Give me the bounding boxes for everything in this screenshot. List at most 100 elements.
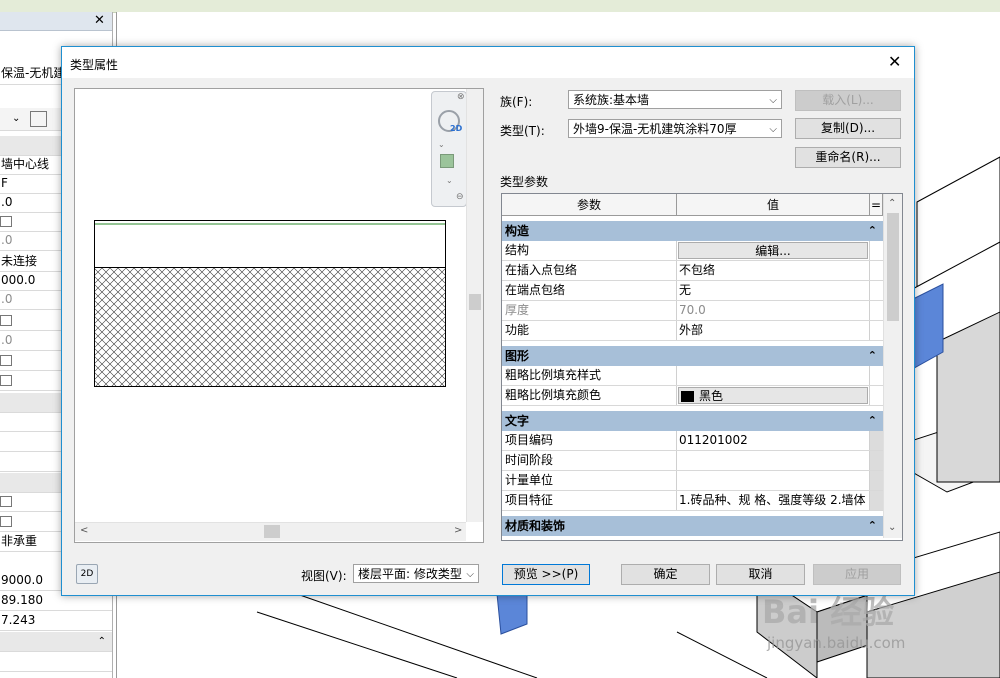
scroll-up-icon[interactable]: ⌃ bbox=[888, 198, 896, 209]
param-name: 项目编码 bbox=[502, 431, 677, 450]
wall-section-preview bbox=[94, 220, 446, 387]
formula-cell[interactable] bbox=[869, 386, 883, 405]
dialog-title: 类型属性 bbox=[70, 58, 119, 72]
vertical-scrollbar[interactable]: ⌃ ⌄ bbox=[883, 194, 902, 538]
table-row[interactable]: 结构 编辑... bbox=[502, 241, 883, 261]
scroll-right-icon[interactable]: > bbox=[454, 525, 462, 536]
table-row[interactable]: 时间阶段 bbox=[502, 451, 883, 471]
close-icon[interactable]: ⊗ bbox=[457, 92, 465, 102]
zoom-region-icon[interactable] bbox=[440, 154, 454, 168]
param-name: 项目特征 bbox=[502, 491, 677, 510]
checkbox[interactable] bbox=[0, 496, 12, 507]
formula-cell[interactable] bbox=[869, 431, 883, 450]
param-value[interactable]: 011201002 bbox=[677, 431, 869, 450]
formula-cell[interactable] bbox=[869, 471, 883, 490]
close-icon[interactable]: ✕ bbox=[888, 52, 901, 71]
properties-palette-header: ✕ bbox=[0, 12, 112, 31]
scroll-down-icon[interactable]: ⌄ bbox=[888, 522, 896, 533]
param-value[interactable]: 不包络 bbox=[677, 261, 869, 280]
chevron-down-icon[interactable]: ⌄ bbox=[438, 140, 445, 149]
close-icon[interactable]: ✕ bbox=[94, 13, 105, 28]
section-header[interactable]: 材质和装饰 ⌃ bbox=[502, 516, 883, 536]
formula-cell[interactable] bbox=[869, 281, 883, 300]
scrollbar-thumb[interactable] bbox=[264, 525, 280, 538]
table-row[interactable]: 项目编码 011201002 bbox=[502, 431, 883, 451]
collapse-icon[interactable]: ⌃ bbox=[868, 516, 877, 536]
preview-pane[interactable]: ⊗ 2D ⌄ ⌄ ⊖ < > bbox=[74, 88, 484, 543]
collapse-icon[interactable]: ⌃ bbox=[868, 221, 877, 241]
checkbox[interactable] bbox=[0, 315, 12, 326]
table-row[interactable]: 在端点包络 无 bbox=[502, 281, 883, 301]
checkbox[interactable] bbox=[0, 516, 12, 527]
apply-button[interactable]: 应用 bbox=[813, 564, 901, 585]
formula-cell[interactable] bbox=[869, 261, 883, 280]
type-dropdown[interactable]: 外墙9-保温-无机建筑涂料70厚 ⌵ bbox=[568, 119, 782, 138]
load-button[interactable]: 载入(L)... bbox=[795, 90, 901, 111]
preview-button[interactable]: 预览 >>(P) bbox=[502, 564, 590, 585]
formula-cell[interactable] bbox=[869, 366, 883, 385]
table-row[interactable]: 厚度 70.0 bbox=[502, 301, 883, 321]
chevron-down-icon[interactable]: ⌄ bbox=[446, 176, 453, 185]
formula-cell[interactable] bbox=[869, 451, 883, 470]
scroll-left-icon[interactable]: < bbox=[80, 525, 88, 536]
view-label: 视图(V): bbox=[301, 569, 347, 583]
section-header: ⌃ bbox=[0, 632, 112, 652]
param-value[interactable] bbox=[677, 366, 869, 385]
table-row[interactable]: 功能 外部 bbox=[502, 321, 883, 341]
param-value[interactable] bbox=[677, 451, 869, 470]
scrollbar-thumb[interactable] bbox=[469, 294, 481, 310]
type-parameters-table: 参数 值 = 构造 ⌃ 结构 编辑... 在插入点包络 不包络 在端点包络 无 厚… bbox=[501, 193, 903, 541]
vertical-scrollbar[interactable] bbox=[466, 89, 483, 522]
formula-cell[interactable] bbox=[869, 321, 883, 340]
collapse-icon[interactable]: ⌃ bbox=[868, 411, 877, 431]
selected-wall bbox=[496, 593, 528, 635]
param-name: 在端点包络 bbox=[502, 281, 677, 300]
column-header-parameter[interactable]: 参数 bbox=[502, 194, 677, 216]
table-row[interactable]: 项目特征 1.砖品种、规 格、强度等级 2.墙体 bbox=[502, 491, 883, 511]
family-dropdown[interactable]: 系统族:基本墙 ⌵ bbox=[568, 90, 782, 109]
scrollbar-thumb[interactable] bbox=[887, 213, 899, 321]
rename-button[interactable]: 重命名(R)... bbox=[795, 147, 901, 168]
horizontal-scrollbar[interactable]: < > bbox=[75, 522, 466, 541]
navigation-bar[interactable]: ⊗ 2D ⌄ ⌄ ⊖ bbox=[431, 91, 467, 207]
column-header-value[interactable]: 值 bbox=[677, 194, 870, 216]
chevron-down-icon: ⌵ bbox=[769, 95, 777, 106]
dialog-titlebar[interactable]: 类型属性 ✕ bbox=[62, 47, 914, 78]
edit-type-icon[interactable] bbox=[30, 111, 47, 127]
param-value[interactable]: 无 bbox=[677, 281, 869, 300]
prop-row[interactable]: 7.243 bbox=[0, 611, 112, 631]
prop-row[interactable] bbox=[0, 652, 112, 672]
view-dropdown[interactable]: 楼层平面: 修改类型 ⌵ bbox=[353, 564, 479, 583]
param-name: 时间阶段 bbox=[502, 451, 677, 470]
ok-button[interactable]: 确定 bbox=[621, 564, 710, 585]
section-header[interactable]: 图形 ⌃ bbox=[502, 346, 883, 366]
formula-cell[interactable] bbox=[869, 301, 883, 320]
param-value[interactable] bbox=[677, 471, 869, 490]
settings-icon[interactable]: ⊖ bbox=[456, 192, 464, 202]
table-row[interactable]: 计量单位 bbox=[502, 471, 883, 491]
checkbox[interactable] bbox=[0, 216, 12, 227]
type-properties-dialog: 类型属性 ✕ ⊗ 2D ⌄ ⌄ ⊖ < > 族(F): 系统族:基本墙 ⌵ 类型… bbox=[61, 46, 915, 596]
table-row[interactable]: 粗略比例填充样式 bbox=[502, 366, 883, 386]
edit-structure-button[interactable]: 编辑... bbox=[678, 242, 868, 259]
column-header-formula[interactable]: = bbox=[870, 194, 883, 216]
formula-cell[interactable] bbox=[869, 491, 883, 510]
building-face bbox=[936, 311, 1000, 483]
cancel-button[interactable]: 取消 bbox=[716, 564, 805, 585]
formula-cell[interactable] bbox=[869, 241, 883, 260]
table-row[interactable]: 在插入点包络 不包络 bbox=[502, 261, 883, 281]
param-value[interactable]: 外部 bbox=[677, 321, 869, 340]
checkbox[interactable] bbox=[0, 355, 12, 366]
color-picker-button[interactable]: 黑色 bbox=[678, 387, 868, 404]
section-header[interactable]: 文字 ⌃ bbox=[502, 411, 883, 431]
type-label: 类型(T): bbox=[500, 124, 545, 138]
section-header[interactable]: 构造 ⌃ bbox=[502, 221, 883, 241]
table-row[interactable]: 粗略比例填充颜色 黑色 bbox=[502, 386, 883, 406]
param-name: 计量单位 bbox=[502, 471, 677, 490]
duplicate-button[interactable]: 复制(D)... bbox=[795, 118, 901, 139]
collapse-icon[interactable]: ⌃ bbox=[97, 632, 106, 651]
param-value[interactable]: 1.砖品种、规 格、强度等级 2.墙体 bbox=[677, 491, 869, 510]
checkbox[interactable] bbox=[0, 375, 12, 386]
view-2d-toggle-icon[interactable]: 2D bbox=[76, 564, 98, 584]
collapse-icon[interactable]: ⌃ bbox=[868, 346, 877, 366]
